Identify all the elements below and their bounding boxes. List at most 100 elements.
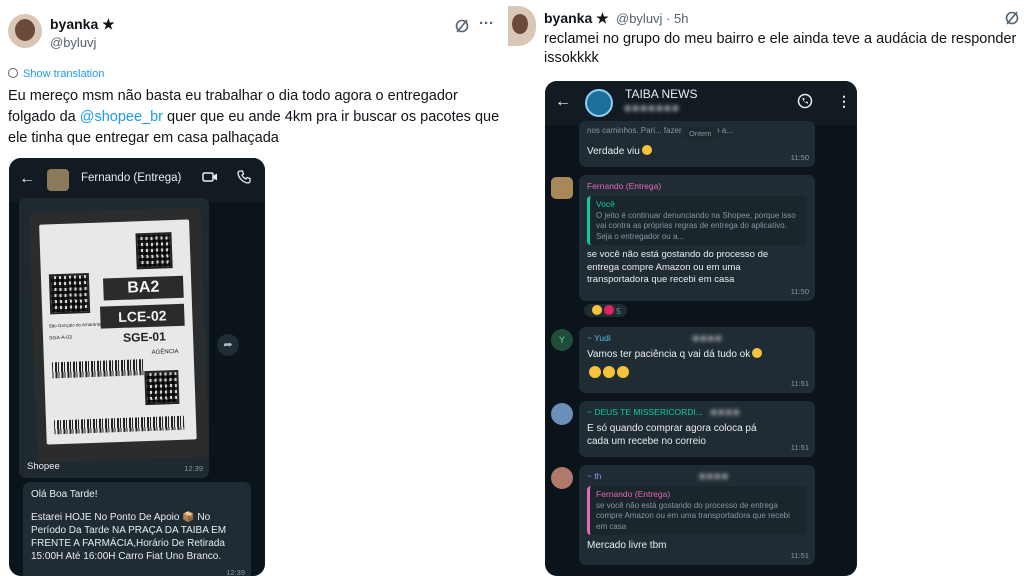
show-translation-label: Show translation [23,68,105,80]
label-code-ba2: BA2 [103,275,184,301]
message-text: Mercado livre tbm [587,540,667,551]
group-message[interactable]: ~ DEUS TE MISSERICORDI... ■ ■ ■ ■ E só q… [579,401,815,457]
barcode [53,415,185,435]
blurred-phone: ■ ■ ■ ■ [699,471,728,481]
blurred-phone: ■ ■ ■ ■ [711,407,739,417]
message-time: 11:51 [790,551,809,560]
author-name[interactable]: byanka ★ [544,10,609,27]
sender-name[interactable]: ~ th ■ ■ ■ ■ [587,470,807,483]
message-time: 11:50 [790,153,809,162]
group-members-blurred: ■ ■ ■ ■ ■ ■ ■ [625,103,679,113]
message-time: 11:51 [790,443,809,452]
message-time: 11:50 [790,287,809,296]
message-line: Olá Boa Tarde! [31,489,98,500]
reaction-emoji-icon [592,305,602,315]
image-caption: Shopee [27,461,60,472]
avatar-letter: Y [558,335,565,345]
heart-emoji-icon [604,305,614,315]
message-line: Estarei HOJE No Ponto De Apoio 📦 No Perí… [31,512,227,562]
phone-call-icon[interactable] [237,170,251,187]
translate-icon [8,68,18,78]
quote-text: se você não está gostando do processo de… [596,500,790,531]
menu-icon[interactable]: ⋮ [837,93,851,110]
grok-icon[interactable] [1004,10,1020,29]
emoji-row [587,366,807,381]
package-photo[interactable]: São Gonçalo do Amarante SGA-A-03 BA2 LCE… [28,207,210,463]
sender-name[interactable]: Fernando (Entrega) [587,180,807,193]
more-icon[interactable]: ··· [479,16,494,31]
author-handle[interactable]: @byluvj [50,35,96,50]
label-code-sge: SGE-01 [122,329,167,345]
quoted-message[interactable]: Fernando (Entrega) se você não está gost… [587,486,807,535]
forward-icon[interactable]: ➦ [217,334,239,356]
chat-screenshot[interactable]: ← Fernando (Entrega) São Gonçalo do Amar… [9,158,265,576]
message-text: se você não está gostando do processo de… [587,249,769,285]
smile-emoji-icon [603,366,615,378]
message-time: 12:39 [226,568,245,576]
group-header: ← TAIBA NEWS ■ ■ ■ ■ ■ ■ ■ ⋮ [545,81,857,125]
qr-code [48,273,91,315]
show-translation-link[interactable]: Show translation [8,68,104,80]
back-arrow-icon[interactable]: ← [19,170,35,188]
avatar[interactable] [8,14,42,48]
smile-emoji-icon [752,348,763,358]
tweet-text: reclamei no grupo do meu bairro e ele ai… [544,31,1017,66]
quote-text: O jeito é continuar denunciando na Shope… [596,210,796,241]
text-message[interactable]: Olá Boa Tarde! Estarei HOJE No Ponto De … [23,482,251,576]
sender-label: ~ DEUS TE MISSERICORDI... [587,407,703,417]
message-time: 11:51 [790,379,809,388]
grok-icon[interactable] [454,18,470,37]
hand-emoji-icon [641,145,652,155]
contact-avatar[interactable] [47,169,69,191]
group-message[interactable]: Fernando (Entrega) Você O jeito é contin… [579,175,815,301]
reactions-pill[interactable]: 5 [583,303,628,318]
tweet-text: Eu mereço msm não basta eu trabalhar o d… [8,86,508,149]
group-chat-screenshot[interactable]: ← TAIBA NEWS ■ ■ ■ ■ ■ ■ ■ ⋮ nos caminho… [545,81,857,576]
contact-name[interactable]: Fernando (Entrega) [81,172,181,184]
back-arrow-icon[interactable]: ← [555,93,571,111]
group-avatar[interactable] [585,89,613,117]
handle-text: @byluvj [616,11,663,26]
message-time: 12:39 [184,464,203,473]
author-handle[interactable]: @byluvj · 5h [616,11,688,26]
image-message[interactable]: São Gonçalo do Amarante SGA-A-03 BA2 LCE… [19,198,210,478]
tweet-age: · 5h [666,11,689,26]
shipping-label: São Gonçalo do Amarante SGA-A-03 BA2 LCE… [39,219,197,445]
sender-label: ~ Yudi [587,333,611,343]
author-name[interactable]: byanka ★ [50,16,115,33]
sender-avatar[interactable] [551,403,573,425]
sender-avatar[interactable] [551,467,573,489]
quote-author: Fernando (Entrega) [596,489,671,499]
blurred-phone: ■ ■ ■ ■ [693,333,721,343]
message-text: E só quando comprar agora coloca pá cada… [587,423,757,447]
group-message[interactable]: ~ Yudi ■ ■ ■ ■ Vamos ter paciência q vai… [579,327,815,393]
mention-link[interactable]: @shopee_br [80,109,163,125]
message-body: Verdade viu [587,146,640,157]
label-small-text: AGÊNCIA [151,348,179,356]
group-name[interactable]: TAIBA NEWS [625,87,697,101]
qr-code [144,369,180,406]
sender-name[interactable]: ~ Yudi ■ ■ ■ ■ [587,332,807,345]
chat-header: ← Fernando (Entrega) [9,158,265,202]
group-message[interactable]: ~ th ■ ■ ■ ■ Fernando (Entrega) se você … [579,465,815,565]
avatar[interactable] [508,6,536,46]
message-text: Vamos ter paciência q vai dá tudo ok [587,348,807,361]
quoted-message[interactable]: Você O jeito é continuar denunciando na … [587,196,807,245]
date-chip: Ontem [683,127,718,140]
sender-avatar[interactable]: Y [551,329,573,351]
sender-avatar[interactable] [551,177,573,199]
left-tweet: byanka ★ @byluvj ··· Show translation Eu… [0,0,512,576]
label-small-text: SGA-A-03 [48,334,72,342]
message-text: Verdade viu [587,145,807,158]
label-code-lce: LCE-02 [99,303,185,329]
add-call-icon[interactable] [797,93,813,112]
reaction-count: 5 [616,307,621,316]
smile-emoji-icon [589,366,601,378]
qr-code [135,232,173,270]
sender-name[interactable]: ~ DEUS TE MISSERICORDI... ■ ■ ■ ■ [587,406,807,419]
quote-author: Você [596,199,615,209]
sender-label: ~ th [587,471,602,481]
barcode [51,359,145,379]
video-call-icon[interactable] [202,170,218,187]
smile-emoji-icon [617,366,629,378]
